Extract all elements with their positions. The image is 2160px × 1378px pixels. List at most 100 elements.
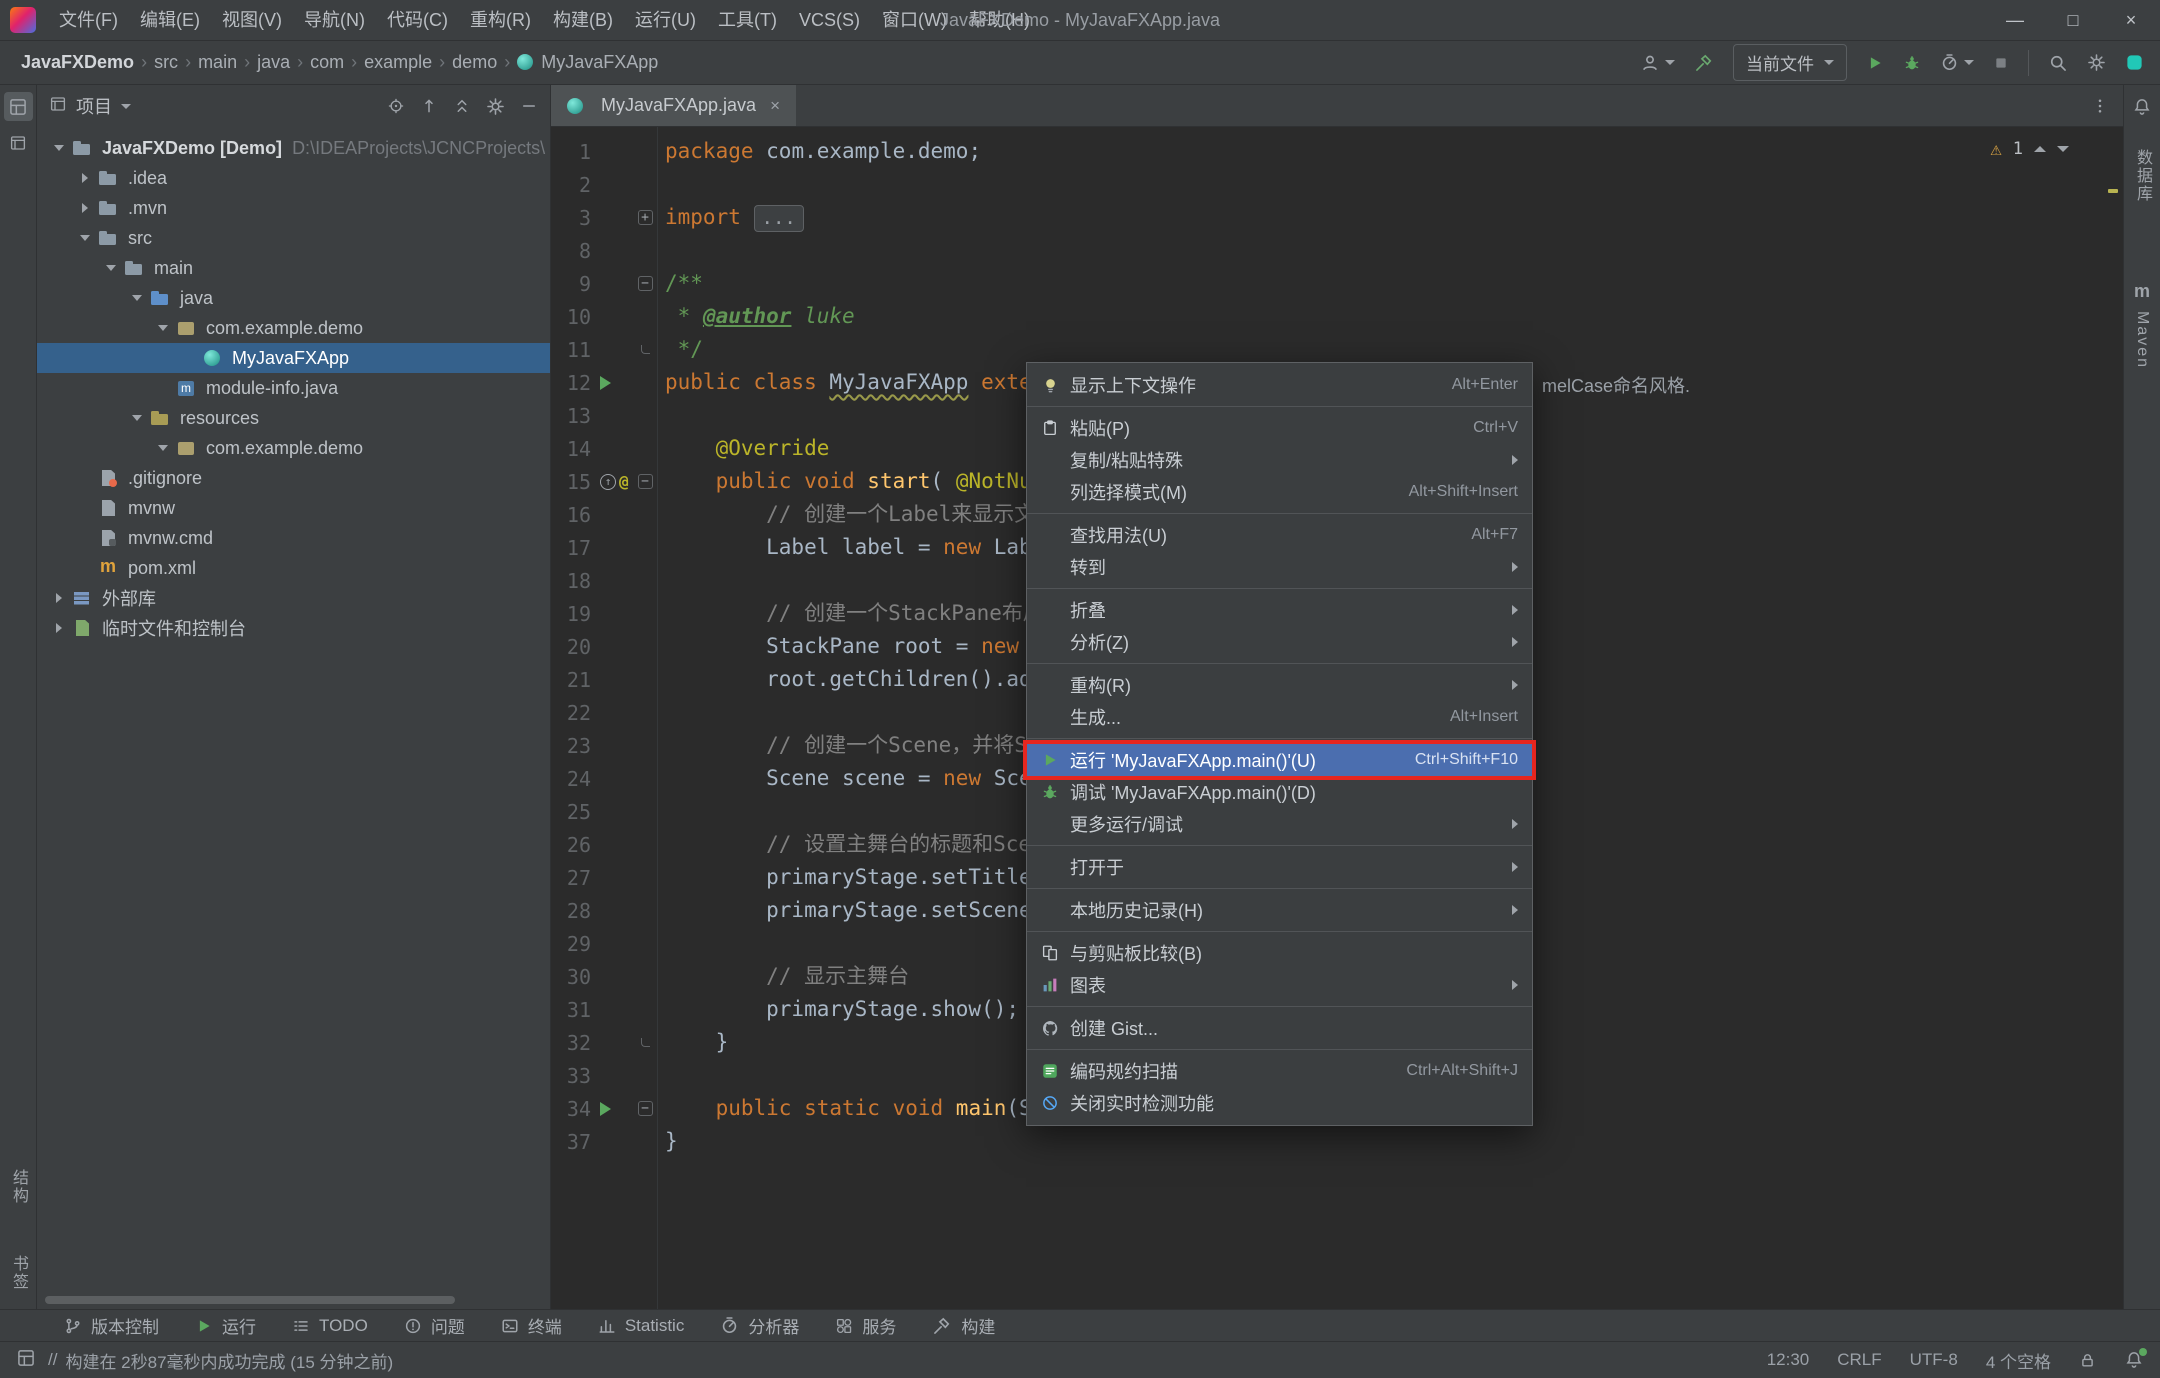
breadcrumb-item[interactable]: com (305, 50, 349, 75)
settings-button[interactable] (2087, 53, 2106, 72)
tree-item[interactable]: 外部库 (37, 583, 550, 613)
profiler-button[interactable] (1940, 53, 1974, 72)
line-separator[interactable]: CRLF (1837, 1350, 1881, 1370)
context-menu-item[interactable]: 显示上下文操作Alt+Enter (1027, 369, 1532, 401)
tree-item[interactable]: main (37, 253, 550, 283)
chevron-down-icon[interactable] (151, 445, 175, 451)
run-button[interactable] (1866, 54, 1884, 72)
build-button[interactable] (1694, 53, 1714, 73)
project-stripe-button[interactable] (4, 92, 33, 121)
ai-assistant-button[interactable] (2125, 53, 2144, 72)
tool-button-version-control[interactable]: 版本控制 (64, 1313, 159, 1338)
caret-position[interactable]: 12:30 (1767, 1350, 1810, 1370)
database-stripe-button[interactable]: 数据库 (2130, 149, 2154, 203)
chevron-down-icon[interactable] (125, 415, 149, 421)
breadcrumb-item[interactable]: example (359, 50, 437, 75)
context-menu-item[interactable]: 关闭实时检测功能 (1027, 1087, 1532, 1119)
minimize-button[interactable]: — (1986, 0, 2044, 41)
tab-options-icon[interactable] (2077, 85, 2123, 126)
collapse-all-button[interactable] (453, 97, 471, 115)
stop-button[interactable] (1993, 55, 2009, 71)
notifications-button[interactable] (2128, 92, 2157, 121)
menubar-item[interactable]: 文件(F) (48, 0, 129, 40)
tree-item[interactable]: pom.xml (37, 553, 550, 583)
tree-item[interactable]: MyJavaFXApp (37, 343, 550, 373)
context-menu-item[interactable]: 分析(Z) (1027, 626, 1532, 658)
close-button[interactable]: × (2102, 0, 2160, 41)
context-menu-item[interactable]: 重构(R) (1027, 669, 1532, 701)
menubar-item[interactable]: 代码(C) (376, 0, 459, 40)
tree-item[interactable]: .mvn (37, 193, 550, 223)
chevron-right-icon[interactable] (73, 203, 97, 213)
tree-item[interactable]: mvnw (37, 493, 550, 523)
menubar-item[interactable]: 视图(V) (211, 0, 293, 40)
scrollbar-warning-mark[interactable] (2108, 189, 2118, 193)
tree-item[interactable]: module-info.java (37, 373, 550, 403)
tool-button-problems[interactable]: 问题 (404, 1313, 465, 1338)
chevron-down-icon[interactable] (151, 325, 175, 331)
tree-item[interactable]: java (37, 283, 550, 313)
chevron-right-icon[interactable] (73, 173, 97, 183)
context-menu-item[interactable]: 列选择模式(M)Alt+Shift+Insert (1027, 476, 1532, 508)
tree-item[interactable]: JavaFXDemo [Demo]D:\IDEAProjects\JCNCPro… (37, 133, 550, 163)
context-menu-item[interactable]: 查找用法(U)Alt+F7 (1027, 519, 1532, 551)
menubar-item[interactable]: 构建(B) (542, 0, 624, 40)
tool-button-statistic[interactable]: Statistic (598, 1316, 685, 1336)
hide-panel-button[interactable] (520, 97, 538, 115)
scroll-to-source-button[interactable] (420, 97, 438, 115)
inspections-widget[interactable]: 1 (1982, 135, 2077, 163)
notifications-bell[interactable] (2124, 1350, 2144, 1370)
tree-item[interactable]: .gitignore (37, 463, 550, 493)
tool-button-build[interactable]: 构建 (932, 1313, 995, 1338)
tree-item[interactable]: com.example.demo (37, 313, 550, 343)
tree-item[interactable]: com.example.demo (37, 433, 550, 463)
bookmarks-stripe-button[interactable]: 书签 (6, 1255, 30, 1291)
run-config-select[interactable]: 当前文件 (1733, 44, 1847, 81)
chevron-down-icon[interactable] (125, 295, 149, 301)
chevron-right-icon[interactable] (47, 623, 71, 633)
fold-expand-icon[interactable] (638, 210, 653, 225)
context-menu-item[interactable]: 转到 (1027, 551, 1532, 583)
context-menu-item[interactable]: 图表 (1027, 969, 1532, 1001)
structure-stripe-button[interactable]: 结构 (6, 1169, 30, 1205)
menubar-item[interactable]: 运行(U) (624, 0, 707, 40)
tree-item[interactable]: 临时文件和控制台 (37, 613, 550, 643)
fold-collapse-icon[interactable] (638, 1101, 653, 1116)
search-everywhere-button[interactable] (2048, 53, 2068, 73)
menubar-item[interactable]: 重构(R) (459, 0, 542, 40)
user-button[interactable] (1640, 53, 1675, 73)
breadcrumb-item[interactable]: JavaFXDemo (16, 50, 139, 75)
breadcrumb-item[interactable]: java (252, 50, 295, 75)
context-menu-item[interactable]: 折叠 (1027, 594, 1532, 626)
chevron-right-icon[interactable] (47, 593, 71, 603)
fold-collapse-icon[interactable] (638, 276, 653, 291)
menubar-item[interactable]: 工具(T) (707, 0, 788, 40)
horizontal-scrollbar[interactable] (45, 1296, 455, 1304)
menubar-item[interactable]: 导航(N) (293, 0, 376, 40)
context-menu-item[interactable]: 本地历史记录(H) (1027, 894, 1532, 926)
tool-button-run[interactable]: 运行 (195, 1313, 256, 1338)
context-menu-item[interactable]: 调试 'MyJavaFXApp.main()'(D) (1027, 776, 1532, 808)
file-encoding[interactable]: UTF-8 (1910, 1350, 1958, 1370)
run-line-icon[interactable] (600, 376, 611, 390)
indent-style[interactable]: 4 个空格 (1986, 1348, 2051, 1373)
maven-stripe-button[interactable]: Maven (2133, 311, 2151, 369)
context-menu-item[interactable]: 粘贴(P)Ctrl+V (1027, 412, 1532, 444)
menubar-item[interactable]: 编辑(E) (129, 0, 211, 40)
chevron-down-icon[interactable] (73, 235, 97, 241)
readonly-toggle[interactable] (2079, 1352, 2096, 1369)
locate-file-button[interactable] (387, 97, 405, 115)
context-menu-item[interactable]: 生成...Alt+Insert (1027, 701, 1532, 733)
breadcrumb-item[interactable]: main (193, 50, 242, 75)
context-menu-item[interactable]: 运行 'MyJavaFXApp.main()'(U)Ctrl+Shift+F10 (1027, 744, 1532, 776)
override-icon[interactable] (600, 474, 616, 490)
editor-tab[interactable]: MyJavaFXApp.java (551, 85, 796, 126)
tool-button-terminal[interactable]: 终端 (501, 1313, 562, 1338)
close-icon[interactable] (770, 96, 780, 116)
breadcrumb-item[interactable]: MyJavaFXApp (512, 50, 663, 75)
chevron-down-icon[interactable] (47, 145, 71, 151)
tool-window-layout-button[interactable] (16, 1348, 36, 1373)
context-menu-item[interactable]: 与剪贴板比较(B) (1027, 937, 1532, 969)
prev-warning-icon[interactable] (2034, 146, 2046, 152)
fold-collapse-icon[interactable] (638, 474, 653, 489)
